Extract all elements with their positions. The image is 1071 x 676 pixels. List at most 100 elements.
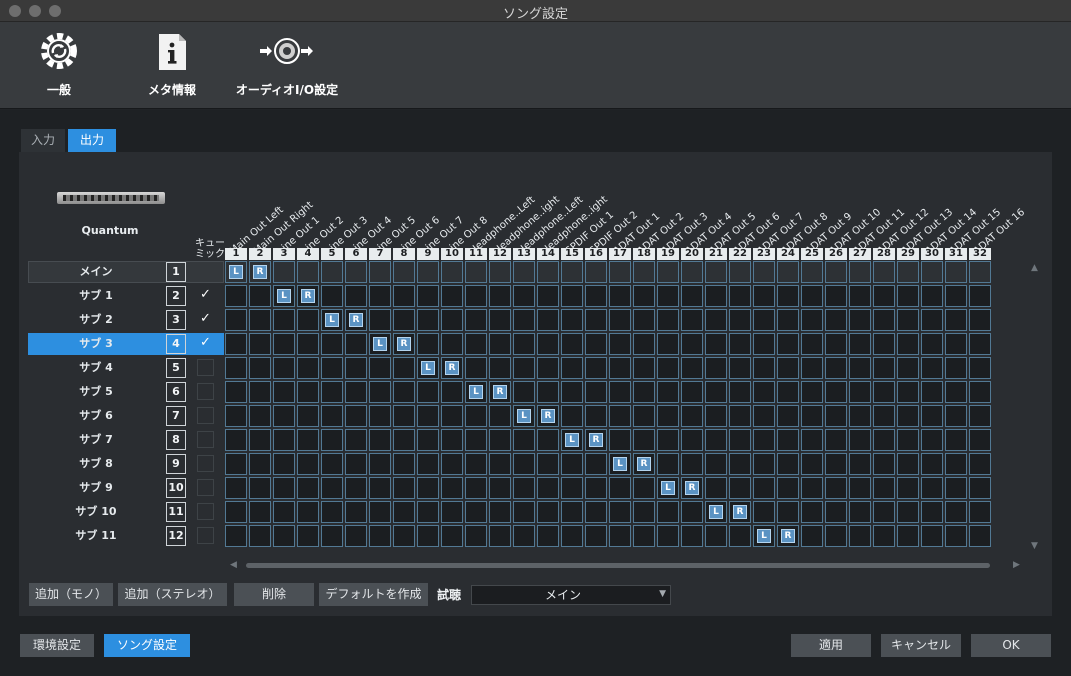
routing-cell[interactable] xyxy=(537,285,559,307)
routing-cell[interactable] xyxy=(561,333,583,355)
routing-cell[interactable]: L xyxy=(753,525,775,547)
routing-cell[interactable] xyxy=(969,309,991,331)
routing-cell[interactable] xyxy=(393,261,415,283)
routing-cell[interactable] xyxy=(753,357,775,379)
routing-cell[interactable] xyxy=(249,285,271,307)
routing-cell[interactable] xyxy=(513,453,535,475)
cue-mix-checkbox[interactable] xyxy=(197,407,214,424)
routing-cell[interactable] xyxy=(609,477,631,499)
routing-cell[interactable] xyxy=(825,477,847,499)
cue-mix-checkbox[interactable] xyxy=(197,383,214,400)
routing-cell[interactable] xyxy=(345,405,367,427)
routing-cell[interactable] xyxy=(777,309,799,331)
routing-cell[interactable] xyxy=(777,477,799,499)
routing-cell[interactable] xyxy=(321,477,343,499)
routing-cell[interactable] xyxy=(657,333,679,355)
routing-cell[interactable] xyxy=(585,357,607,379)
routing-cell[interactable]: R xyxy=(585,429,607,451)
routing-cell[interactable] xyxy=(297,381,319,403)
routing-cell[interactable] xyxy=(801,405,823,427)
routing-cell[interactable] xyxy=(921,501,943,523)
routing-cell[interactable] xyxy=(705,453,727,475)
routing-cell[interactable]: R xyxy=(297,285,319,307)
scroll-down-arrow-icon[interactable]: ▼ xyxy=(1031,541,1038,551)
routing-cell[interactable] xyxy=(225,357,247,379)
routing-cell[interactable] xyxy=(465,357,487,379)
routing-cell[interactable] xyxy=(633,381,655,403)
routing-cell[interactable] xyxy=(321,429,343,451)
routing-cell[interactable] xyxy=(273,405,295,427)
routing-cell[interactable] xyxy=(633,501,655,523)
bus-name[interactable]: サブ 2 xyxy=(30,309,162,331)
routing-cell[interactable] xyxy=(825,501,847,523)
routing-cell[interactable] xyxy=(225,405,247,427)
routing-cell[interactable] xyxy=(897,357,919,379)
routing-cell[interactable] xyxy=(801,381,823,403)
routing-cell[interactable] xyxy=(225,453,247,475)
routing-cell[interactable] xyxy=(657,405,679,427)
routing-cell[interactable] xyxy=(465,429,487,451)
routing-cell[interactable] xyxy=(657,309,679,331)
routing-cell[interactable] xyxy=(921,333,943,355)
routing-cell[interactable] xyxy=(633,405,655,427)
bus-name[interactable]: メイン xyxy=(30,261,162,283)
routing-cell[interactable] xyxy=(417,381,439,403)
cue-mix-checkbox[interactable] xyxy=(197,479,214,496)
add-mono-button[interactable]: 追加（モノ） xyxy=(29,583,113,606)
routing-cell[interactable] xyxy=(465,333,487,355)
routing-cell[interactable] xyxy=(777,261,799,283)
routing-cell[interactable] xyxy=(825,453,847,475)
routing-cell[interactable] xyxy=(705,333,727,355)
preferences-button[interactable]: 環境設定 xyxy=(20,634,94,657)
routing-cell[interactable] xyxy=(393,309,415,331)
routing-cell[interactable] xyxy=(729,477,751,499)
routing-cell[interactable] xyxy=(849,285,871,307)
routing-cell[interactable] xyxy=(849,333,871,355)
routing-cell[interactable] xyxy=(609,309,631,331)
routing-cell[interactable]: L xyxy=(465,381,487,403)
routing-cell[interactable] xyxy=(297,405,319,427)
routing-cell[interactable] xyxy=(417,453,439,475)
routing-cell[interactable]: R xyxy=(345,309,367,331)
routing-cell[interactable] xyxy=(225,333,247,355)
routing-cell[interactable] xyxy=(633,525,655,547)
routing-cell[interactable] xyxy=(849,429,871,451)
routing-cell[interactable] xyxy=(849,525,871,547)
routing-cell[interactable] xyxy=(441,501,463,523)
routing-cell[interactable] xyxy=(969,501,991,523)
routing-cell[interactable] xyxy=(609,405,631,427)
routing-cell[interactable] xyxy=(321,357,343,379)
routing-cell[interactable] xyxy=(513,381,535,403)
routing-cell[interactable] xyxy=(801,525,823,547)
routing-cell[interactable] xyxy=(729,525,751,547)
routing-cell[interactable] xyxy=(609,261,631,283)
routing-cell[interactable] xyxy=(777,357,799,379)
routing-cell[interactable] xyxy=(585,261,607,283)
routing-cell[interactable] xyxy=(465,309,487,331)
routing-cell[interactable]: L xyxy=(705,501,727,523)
routing-cell[interactable] xyxy=(921,405,943,427)
routing-cell[interactable] xyxy=(873,333,895,355)
routing-cell[interactable] xyxy=(633,333,655,355)
routing-cell[interactable] xyxy=(705,309,727,331)
routing-cell[interactable]: R xyxy=(729,501,751,523)
routing-cell[interactable] xyxy=(633,309,655,331)
routing-cell[interactable] xyxy=(393,285,415,307)
routing-cell[interactable] xyxy=(681,333,703,355)
routing-cell[interactable]: L xyxy=(657,477,679,499)
routing-cell[interactable] xyxy=(249,429,271,451)
routing-cell[interactable] xyxy=(921,381,943,403)
routing-cell[interactable] xyxy=(273,429,295,451)
routing-cell[interactable]: R xyxy=(777,525,799,547)
routing-cell[interactable] xyxy=(465,525,487,547)
routing-cell[interactable] xyxy=(489,285,511,307)
routing-cell[interactable] xyxy=(609,357,631,379)
routing-cell[interactable] xyxy=(753,381,775,403)
routing-cell[interactable]: L xyxy=(225,261,247,283)
routing-cell[interactable] xyxy=(489,429,511,451)
routing-cell[interactable] xyxy=(249,405,271,427)
routing-cell[interactable] xyxy=(921,453,943,475)
routing-cell[interactable] xyxy=(537,309,559,331)
routing-cell[interactable] xyxy=(681,453,703,475)
routing-cell[interactable] xyxy=(537,357,559,379)
